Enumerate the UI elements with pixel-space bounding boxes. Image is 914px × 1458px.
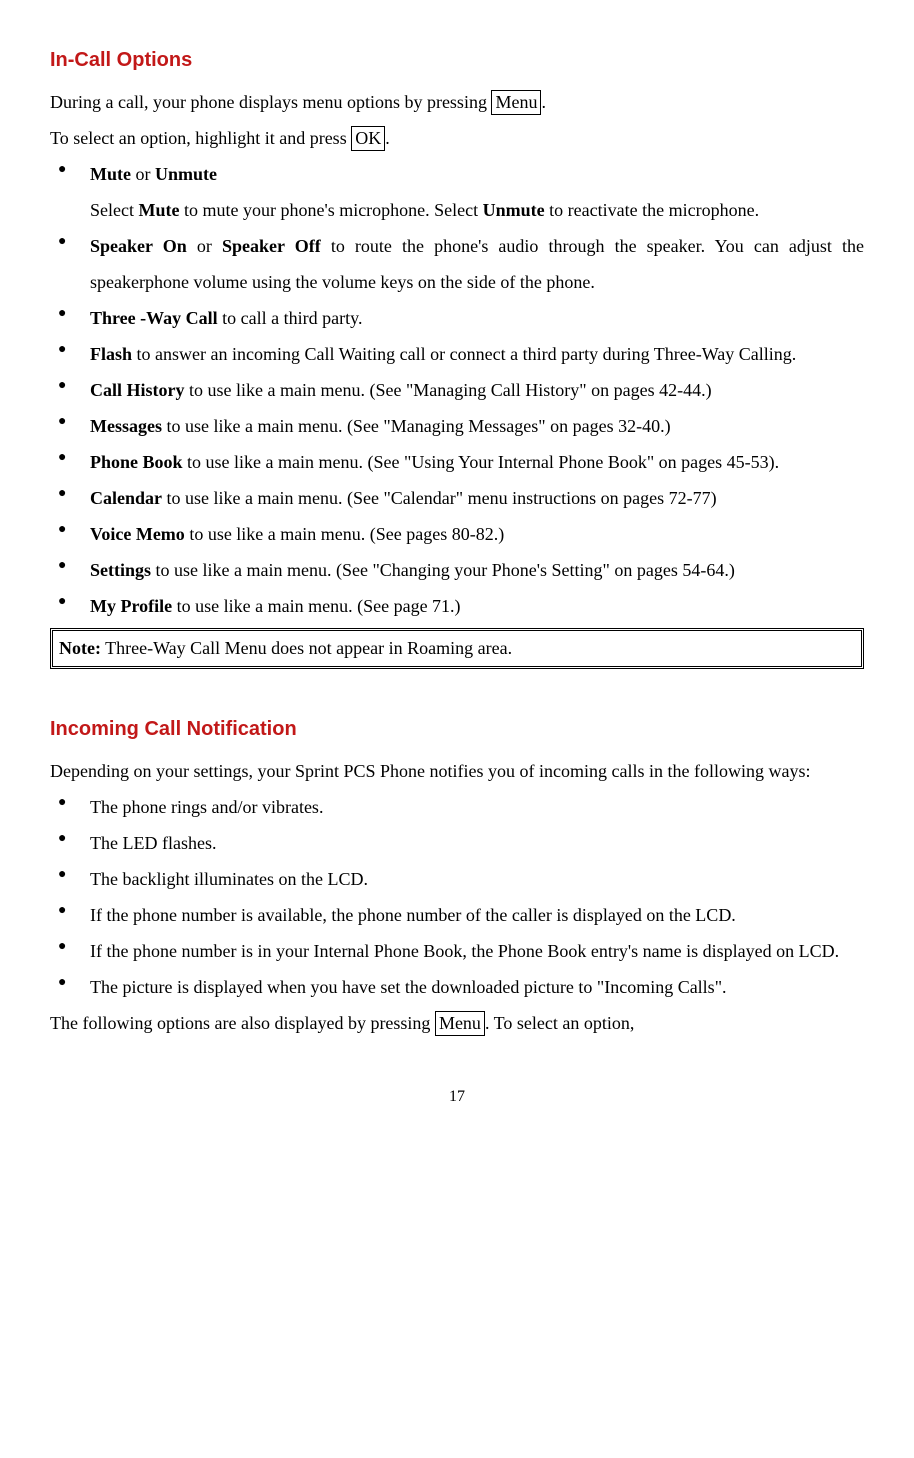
list-item: The backlight illuminates on the LCD. (50, 861, 864, 897)
text: to answer an incoming Call Waiting call … (132, 344, 796, 364)
list-item: The picture is displayed when you have s… (50, 969, 864, 1005)
text: to use like a main menu. (See "Managing … (162, 416, 671, 436)
section-heading-in-call: In-Call Options (50, 40, 864, 80)
option-three-way: Three -Way Call (90, 308, 218, 328)
option-my-profile: My Profile (90, 596, 172, 616)
intro-line-1: During a call, your phone displays menu … (50, 84, 864, 120)
option-mute: Mute (90, 164, 131, 184)
text: to use like a main menu. (See "Using You… (183, 452, 780, 472)
text: During a call, your phone displays menu … (50, 92, 491, 112)
list-item: Flash to answer an incoming Call Waiting… (50, 336, 864, 372)
note-text: Three-Way Call Menu does not appear in R… (101, 638, 512, 658)
incoming-intro: Depending on your settings, your Sprint … (50, 753, 864, 789)
key-menu: Menu (435, 1011, 485, 1036)
option-messages: Messages (90, 416, 162, 436)
list-item: If the phone number is available, the ph… (50, 897, 864, 933)
list-item: The LED flashes. (50, 825, 864, 861)
list-item: Three -Way Call to call a third party. (50, 300, 864, 336)
list-item: Call History to use like a main menu. (S… (50, 372, 864, 408)
text: Select (90, 200, 138, 220)
in-call-options-list: Mute or Unmute Select Mute to mute your … (50, 156, 864, 624)
incoming-tail: The following options are also displayed… (50, 1005, 864, 1041)
text: to use like a main menu. (See "Calendar"… (162, 488, 717, 508)
key-ok: OK (351, 126, 385, 151)
option-phone-book: Phone Book (90, 452, 183, 472)
option-speaker-on: Speaker On (90, 236, 187, 256)
intro-line-2: To select an option, highlight it and pr… (50, 120, 864, 156)
list-item: If the phone number is in your Internal … (50, 933, 864, 969)
text-bold: Unmute (483, 200, 545, 220)
text: to use like a main menu. (See "Managing … (185, 380, 712, 400)
option-call-history: Call History (90, 380, 185, 400)
text-bold: Mute (138, 200, 179, 220)
text: The following options are also displayed… (50, 1013, 435, 1033)
list-item: Speaker On or Speaker Off to route the p… (50, 228, 864, 300)
text: to use like a main menu. (See "Changing … (151, 560, 735, 580)
text: to mute your phone's microphone. Select (179, 200, 482, 220)
list-item: Messages to use like a main menu. (See "… (50, 408, 864, 444)
section-heading-incoming: Incoming Call Notification (50, 709, 864, 749)
text: or (187, 236, 222, 256)
key-menu: Menu (491, 90, 541, 115)
list-item: Phone Book to use like a main menu. (See… (50, 444, 864, 480)
text: . (541, 92, 546, 112)
text: To select an option, highlight it and pr… (50, 128, 351, 148)
text: to use like a main menu. (See pages 80-8… (185, 524, 504, 544)
text: to call a third party. (218, 308, 363, 328)
note-box: Note: Three-Way Call Menu does not appea… (50, 628, 864, 669)
list-item: Mute or Unmute Select Mute to mute your … (50, 156, 864, 228)
text: or (131, 164, 155, 184)
page-number: 17 (50, 1081, 864, 1113)
option-unmute: Unmute (155, 164, 217, 184)
list-item: Settings to use like a main menu. (See "… (50, 552, 864, 588)
list-item: My Profile to use like a main menu. (See… (50, 588, 864, 624)
incoming-list: The phone rings and/or vibrates. The LED… (50, 789, 864, 1005)
option-desc: Select Mute to mute your phone's microph… (90, 192, 864, 228)
option-flash: Flash (90, 344, 132, 364)
text: to use like a main menu. (See page 71.) (172, 596, 460, 616)
list-item: Voice Memo to use like a main menu. (See… (50, 516, 864, 552)
option-voice-memo: Voice Memo (90, 524, 185, 544)
text: . (385, 128, 390, 148)
option-calendar: Calendar (90, 488, 162, 508)
list-item: Calendar to use like a main menu. (See "… (50, 480, 864, 516)
note-label: Note: (59, 638, 101, 658)
option-settings: Settings (90, 560, 151, 580)
text: to reactivate the microphone. (545, 200, 759, 220)
list-item: The phone rings and/or vibrates. (50, 789, 864, 825)
option-speaker-off: Speaker Off (222, 236, 321, 256)
text: . To select an option, (485, 1013, 634, 1033)
